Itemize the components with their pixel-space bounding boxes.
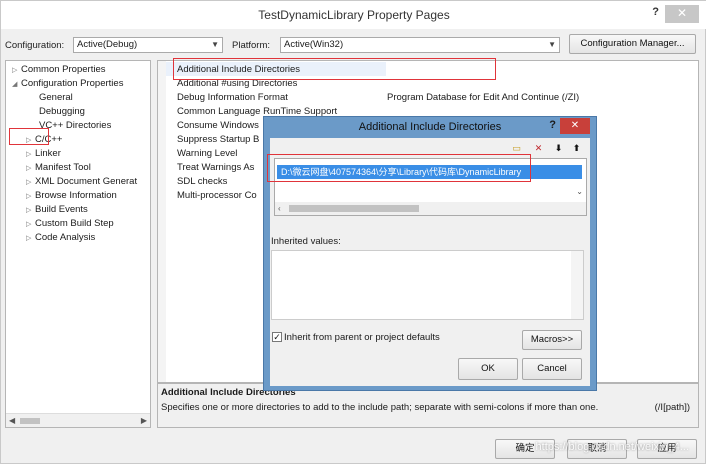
configuration-label: Configuration:	[5, 40, 65, 51]
tree-item-general[interactable]: General	[39, 92, 73, 103]
list-horizontal-scrollbar[interactable]: ‹	[275, 202, 586, 215]
scroll-left-icon[interactable]: ‹	[278, 204, 281, 213]
help-icon[interactable]: ?	[549, 119, 556, 131]
description-flag: (/I[path])	[654, 402, 690, 413]
expand-arrow-icon: ▷	[26, 193, 32, 200]
expand-arrow-icon: ▷	[26, 207, 32, 214]
highlight-box-path	[267, 154, 531, 182]
tree-item-linker[interactable]: ▷ Linker	[26, 148, 61, 159]
category-tree: ▷ Common Properties ◢ Configuration Proper…	[5, 60, 151, 428]
description-text: Specifies one or more directories to add…	[161, 402, 599, 413]
configuration-value: Active(Debug)	[77, 39, 138, 50]
property-name[interactable]: Warning Level	[177, 148, 237, 159]
property-value[interactable]: Program Database for Edit And Continue (…	[387, 92, 579, 103]
scroll-down-icon[interactable]: ⌄	[576, 187, 583, 196]
property-grid-gutter	[158, 61, 166, 382]
tree-item-code-analysis[interactable]: ▷ Code Analysis	[26, 232, 95, 243]
property-name[interactable]: Consume Windows	[177, 120, 259, 131]
platform-value: Active(Win32)	[284, 39, 344, 50]
expand-arrow-icon: ▷	[26, 179, 32, 186]
inherited-vertical-scrollbar[interactable]	[571, 251, 583, 319]
property-name[interactable]: SDL checks	[177, 176, 227, 187]
expand-arrow-icon: ▷	[26, 165, 32, 172]
help-icon[interactable]: ?	[652, 6, 659, 18]
chevron-down-icon: ▼	[548, 40, 556, 49]
property-name[interactable]: Debug Information Format	[177, 92, 288, 103]
inherit-checkbox-label: Inherit from parent or project defaults	[284, 332, 440, 343]
scroll-right-icon[interactable]: ▶	[141, 416, 147, 425]
dialog-body: ▭ ✕ ⬇ ⬆ D:\微云网盘\407574364\分享\Library\代码库…	[267, 138, 590, 386]
dialog-ok-button[interactable]: OK	[458, 358, 518, 380]
chevron-down-icon: ▼	[211, 40, 219, 49]
close-button[interactable]: ✕	[665, 5, 699, 23]
tree-item-build-events[interactable]: ▷ Build Events	[26, 204, 88, 215]
expand-arrow-icon: ▷	[26, 151, 32, 158]
tree-item-browse-information[interactable]: ▷ Browse Information	[26, 190, 117, 201]
property-name[interactable]: Multi-processor Co	[177, 190, 257, 201]
inherited-values-list[interactable]	[271, 250, 584, 320]
tree-horizontal-scrollbar[interactable]: ◀ ▶	[6, 413, 150, 427]
dialog-close-button[interactable]: ✕	[560, 118, 590, 134]
configuration-select[interactable]: Active(Debug) ▼	[73, 37, 223, 53]
scroll-left-icon[interactable]: ◀	[9, 416, 15, 425]
dialog-cancel-button[interactable]: Cancel	[522, 358, 582, 380]
highlight-box-property	[173, 58, 496, 80]
expand-arrow-icon: ▷	[12, 67, 18, 74]
new-folder-icon[interactable]: ▭	[510, 142, 523, 154]
scrollbar-thumb[interactable]	[20, 418, 40, 424]
platform-select[interactable]: Active(Win32) ▼	[280, 37, 560, 53]
property-pages-window: TestDynamicLibrary Property Pages ? ✕ Co…	[0, 0, 706, 464]
dialog-title: Additional Include Directories	[358, 121, 502, 133]
tree-item-custom-build-step[interactable]: ▷ Custom Build Step	[26, 218, 114, 229]
move-down-icon[interactable]: ⬇	[552, 142, 565, 154]
expand-arrow-icon: ▷	[26, 221, 32, 228]
collapse-arrow-icon: ◢	[12, 81, 18, 88]
delete-icon[interactable]: ✕	[532, 142, 545, 154]
window-title: TestDynamicLibrary Property Pages	[258, 8, 450, 22]
move-up-icon[interactable]: ⬆	[570, 142, 583, 154]
tree-item-common-properties[interactable]: ▷ Common Properties	[12, 64, 105, 75]
title-bar: TestDynamicLibrary Property Pages	[1, 1, 706, 29]
inherited-values-label: Inherited values:	[271, 236, 341, 247]
tree-item-vc-directories[interactable]: VC++ Directories	[39, 120, 111, 131]
inherit-checkbox[interactable]: ✓	[272, 332, 282, 342]
highlight-box-cpp	[9, 128, 49, 145]
platform-label: Platform:	[232, 40, 271, 51]
tree-item-manifest-tool[interactable]: ▷ Manifest Tool	[26, 162, 91, 173]
include-directories-dialog: Additional Include Directories ? ✕ ▭ ✕ ⬇…	[263, 116, 597, 391]
expand-arrow-icon: ▷	[26, 235, 32, 242]
tree-item-debugging[interactable]: Debugging	[39, 106, 85, 117]
scrollbar-thumb[interactable]	[289, 205, 419, 212]
tree-item-configuration-properties[interactable]: ◢ Configuration Properties	[12, 78, 123, 89]
watermark: https://blog.csdn.net/weixin_4...	[535, 441, 689, 453]
property-name[interactable]: Treat Warnings As	[177, 162, 254, 173]
macros-button[interactable]: Macros>>	[522, 330, 582, 350]
property-name[interactable]: Suppress Startup B	[177, 134, 259, 145]
tree-item-xml-document-generator[interactable]: ▷ XML Document Generat	[26, 176, 137, 187]
configuration-manager-button[interactable]: Configuration Manager...	[569, 34, 696, 54]
